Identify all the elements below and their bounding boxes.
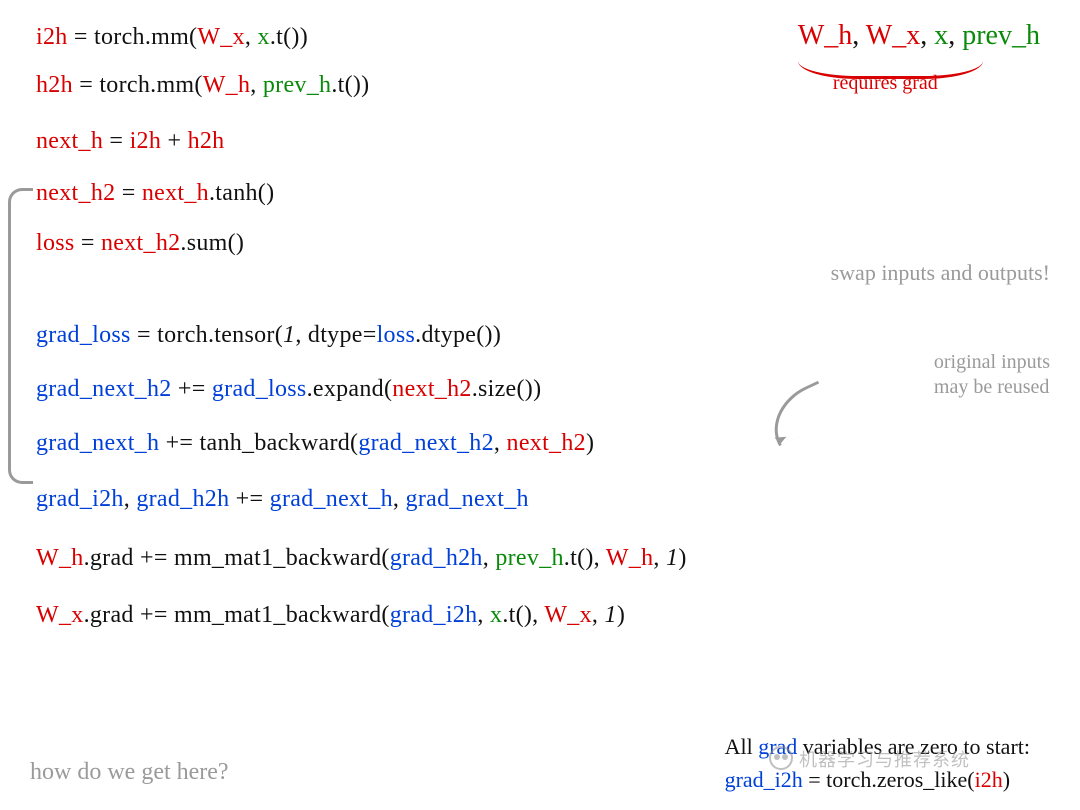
annotation-swap: swap inputs and outputs!: [831, 260, 1050, 286]
annotation-how: how do we get here?: [30, 759, 229, 786]
legend-prevh: prev_h: [962, 20, 1040, 51]
legend-note: requires grad: [833, 72, 938, 95]
legend-x: x: [934, 20, 948, 51]
wechat-icon: [769, 746, 793, 770]
code-line-4: next_h2 = next_h.tanh(): [36, 180, 274, 207]
code-line-9: grad_i2h, grad_h2h += grad_next_h, grad_…: [36, 486, 529, 513]
code-line-1: i2h = torch.mm(W_x, x.t()): [36, 24, 308, 51]
code-line-2: h2h = torch.mm(W_h, prev_h.t()): [36, 72, 369, 99]
code-line-6: grad_loss = torch.tensor(1, dtype=loss.d…: [36, 322, 501, 349]
code-line-10: W_h.grad += mm_mat1_backward(grad_h2h, p…: [36, 545, 687, 572]
code-line-5: loss = next_h2.sum(): [36, 230, 244, 257]
code-line-3: next_h = i2h + h2h: [36, 128, 224, 155]
annotation-reuse: original inputs may be reused: [934, 350, 1050, 400]
arrow-icon: [761, 381, 836, 447]
code-line-7: grad_next_h2 += grad_loss.expand(next_h2…: [36, 376, 541, 403]
legend-vars: W_h, W_x, x, prev_h: [798, 20, 1040, 52]
code-line-11: W_x.grad += mm_mat1_backward(grad_i2h, x…: [36, 602, 625, 629]
legend-box: W_h, W_x, x, prev_h requires grad: [798, 20, 1040, 52]
legend-wx: W_x: [866, 20, 920, 51]
bracket-icon: [8, 188, 33, 484]
legend-wh: W_h: [798, 20, 852, 51]
handwritten-slide: W_h, W_x, x, prev_h requires grad i2h = …: [0, 0, 1080, 810]
code-line-8: grad_next_h += tanh_backward(grad_next_h…: [36, 430, 594, 457]
watermark: 机器学习与推荐系统: [769, 746, 970, 772]
